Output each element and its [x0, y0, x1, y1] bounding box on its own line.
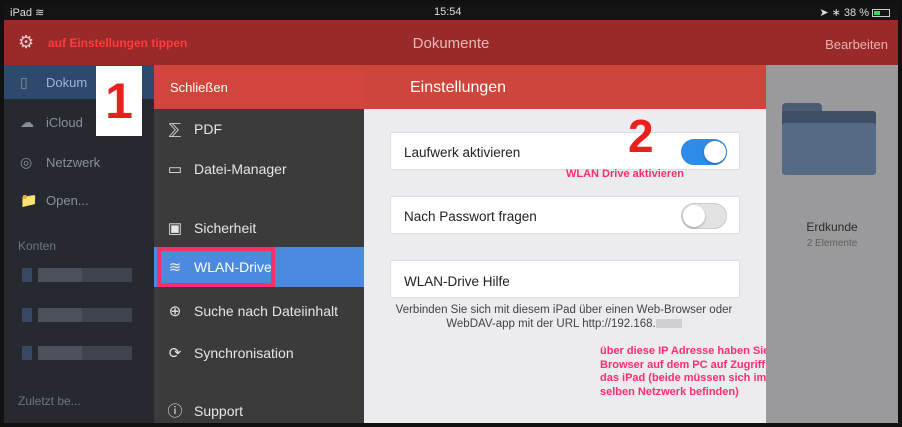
- battery-icon: [872, 9, 890, 17]
- status-device: iPad ≋: [10, 7, 45, 19]
- folder-icon: 📁: [20, 192, 38, 208]
- annotation-enable-wlan: WLAN Drive aktivieren: [566, 168, 684, 180]
- section-accounts: Konten: [18, 239, 57, 253]
- menu-item-label: Synchronisation: [194, 345, 294, 361]
- menu-item-security[interactable]: ▣ Sicherheit: [154, 208, 364, 248]
- cloud-icon: ☁: [20, 114, 34, 130]
- sidebar-item-label: Dokum: [46, 75, 88, 90]
- menu-item-file-manager[interactable]: ▭ Datei-Manager: [154, 149, 364, 189]
- setting-row-enable-drive: Laufwerk aktivieren: [390, 132, 740, 170]
- menu-item-label: Sicherheit: [194, 220, 257, 236]
- enable-drive-toggle[interactable]: [681, 139, 727, 165]
- wifi-icon: ≋: [35, 7, 45, 19]
- network-icon: ◎: [20, 154, 33, 170]
- folder-icon[interactable]: [782, 103, 876, 175]
- battery-percent: 38 %: [843, 7, 869, 19]
- account-row[interactable]: [22, 308, 132, 322]
- search-content-icon: ⊕: [168, 303, 182, 320]
- ip-redacted: [655, 319, 682, 329]
- account-row[interactable]: [22, 346, 132, 360]
- top-navigation-bar: ⚙ auf Einstellungen tippen Dokumente Bea…: [4, 20, 898, 65]
- settings-title: Einstellungen: [410, 79, 507, 96]
- status-right: ➤ ∗ 38 %: [819, 6, 890, 19]
- menu-item-label: Support: [194, 403, 244, 419]
- setting-label: Laufwerk aktivieren: [404, 145, 521, 160]
- menu-item-pdf[interactable]: ⅀ PDF: [154, 109, 364, 149]
- sidebar-item-open[interactable]: 📁 Open...: [4, 183, 154, 217]
- pdf-icon: ⅀: [168, 121, 182, 138]
- sidebar-item-label: Open...: [46, 193, 89, 208]
- help-icon: ⓘ: [167, 403, 183, 420]
- sidebar-item-label: iCloud: [46, 115, 83, 130]
- folder-count: 2 Elemente: [806, 238, 858, 249]
- menu-item-sync[interactable]: ⟳ Synchronisation: [154, 333, 364, 373]
- setting-row-ask-password: Nach Passwort fragen: [390, 196, 740, 234]
- menu-item-label: Suche nach Dateiinhalt: [194, 303, 338, 319]
- status-time: 15:54: [434, 6, 462, 18]
- location-icon: ➤: [819, 7, 829, 19]
- wlan-drive-highlight: [157, 247, 275, 287]
- folder-icon: ▭: [167, 161, 183, 178]
- sync-icon: ⟳: [168, 345, 182, 362]
- help-text: Verbinden Sie sich mit diesem iPad über …: [395, 304, 733, 330]
- account-row[interactable]: [22, 268, 132, 282]
- documents-area: Erdkunde 2 Elemente: [766, 65, 898, 423]
- ipad-screen: iPad ≋ 15:54 ➤ ∗ 38 % ⚙ auf Einstellunge…: [0, 0, 902, 427]
- setting-row-wlan-help[interactable]: WLAN-Drive Hilfe: [390, 260, 740, 298]
- settings-pane: Einstellungen Laufwerk aktivieren Nach P…: [364, 65, 785, 423]
- settings-menu: Schließen ⅀ PDF ▭ Datei-Manager ▣ Sicher…: [154, 65, 364, 423]
- setting-label: Nach Passwort fragen: [404, 209, 537, 224]
- step-number-2: 2: [628, 110, 654, 162]
- section-recent: Zuletzt be...: [18, 394, 81, 408]
- menu-item-content-search[interactable]: ⊕ Suche nach Dateiinhalt: [154, 291, 364, 331]
- bluetooth-icon: ∗: [831, 7, 841, 19]
- menu-header: Schließen: [154, 65, 364, 109]
- lock-icon: ▣: [167, 220, 183, 237]
- step-number-1: 1: [96, 66, 142, 136]
- setting-label: WLAN-Drive Hilfe: [404, 274, 510, 289]
- folder-name[interactable]: Erdkunde: [766, 220, 898, 234]
- sidebar-item-label: Netzwerk: [46, 155, 101, 170]
- ask-password-toggle[interactable]: [681, 203, 727, 229]
- menu-item-label: PDF: [194, 121, 222, 137]
- menu-item-support[interactable]: ⓘ Support: [154, 391, 364, 423]
- close-button[interactable]: Schließen: [170, 80, 228, 95]
- status-bar: iPad ≋ 15:54 ➤ ∗ 38 %: [4, 4, 898, 20]
- edit-button[interactable]: Bearbeiten: [825, 37, 888, 52]
- sidebar-item-network[interactable]: ◎ Netzwerk: [4, 145, 154, 179]
- document-icon: ▯: [20, 74, 28, 90]
- menu-item-label: Datei-Manager: [194, 161, 287, 177]
- settings-header: Einstellungen: [364, 65, 766, 109]
- page-title: Dokumente: [412, 35, 490, 52]
